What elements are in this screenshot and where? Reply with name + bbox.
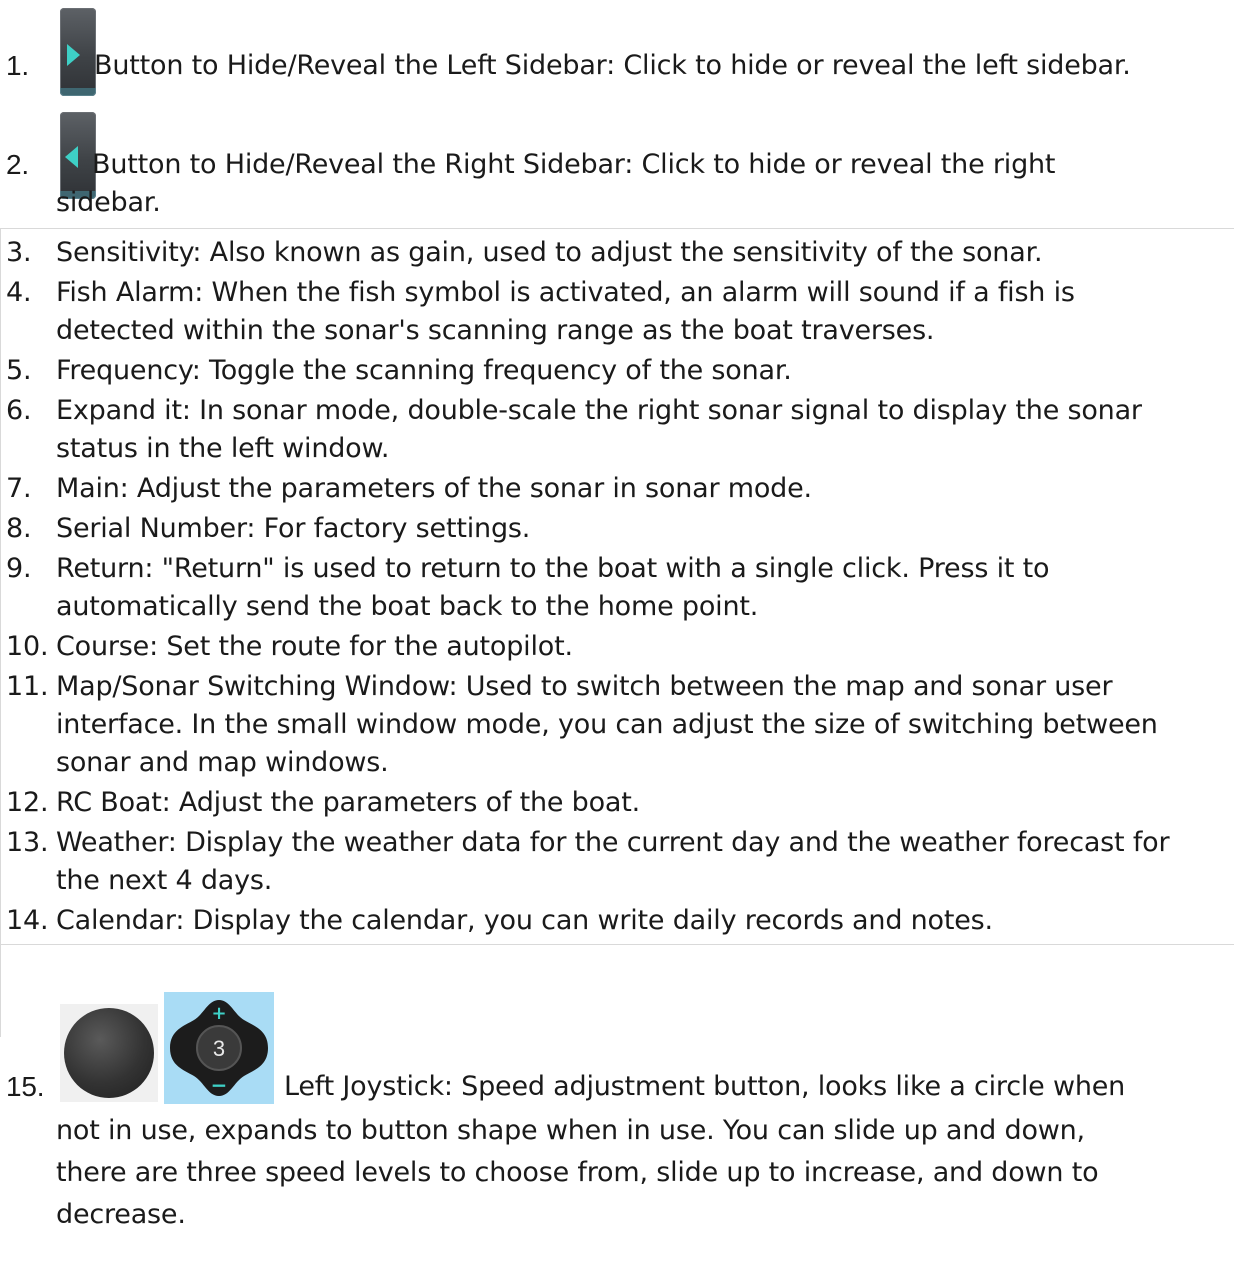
item-number: 15. [6, 1071, 45, 1102]
item-number: 14. [6, 905, 49, 936]
left-sidebar-toggle-image [60, 8, 96, 96]
item-text-line: Left Joystick: Speed adjustment button, … [284, 1071, 1126, 1102]
item-text-line: RC Boat: Adjust the parameters of the bo… [56, 787, 641, 818]
item-number: 11. [6, 671, 49, 702]
item-text-line: Calendar: Display the calendar, you can … [56, 905, 993, 936]
item-number: 12. [6, 787, 49, 818]
joystick-minus-icon: − [211, 1073, 228, 1097]
item-text-line: Weather: Display the weather data for th… [56, 827, 1170, 858]
item-text-line: status in the left window. [56, 433, 390, 464]
item-number: 13. [6, 827, 49, 858]
item-number: 6. [6, 395, 32, 426]
item-text-line: Frequency: Toggle the scanning frequency… [56, 355, 792, 386]
item-text-line: Button to Hide/Reveal the Right Sidebar:… [92, 149, 1056, 180]
item-number: 5. [6, 355, 32, 386]
joystick-active-image: 3 + − [164, 992, 274, 1104]
item-number: 9. [6, 553, 32, 584]
left-arrow-toggle-icon [65, 146, 78, 168]
item-text-line: detected within the sonar's scanning ran… [56, 315, 935, 346]
item-number: 8. [6, 513, 32, 544]
item-text-line: Course: Set the route for the autopilot. [56, 631, 573, 662]
item-number: 3. [6, 237, 32, 268]
item-text-line: sidebar. [56, 187, 161, 218]
section-divider [0, 228, 1234, 229]
item-text-line: not in use, expands to button shape when… [56, 1115, 1085, 1146]
item-number: 4. [6, 277, 32, 308]
joystick-dpad-icon: 3 + − [170, 1000, 268, 1097]
item-text-line: Expand it: In sonar mode, double-scale t… [56, 395, 1142, 426]
joystick-plus-icon: + [211, 1003, 226, 1024]
item-text-line: decrease. [56, 1199, 186, 1230]
joystick-idle-image [60, 1004, 158, 1102]
item-text-line: sonar and map windows. [56, 747, 389, 778]
item-text-line: Map/Sonar Switching Window: Used to swit… [56, 671, 1113, 702]
item-text-line: interface. In the small window mode, you… [56, 709, 1158, 740]
item-text-line: Button to Hide/Reveal the Left Sidebar: … [94, 50, 1131, 81]
item-text-line: the next 4 days. [56, 865, 273, 896]
item-text-line: Serial Number: For factory settings. [56, 513, 531, 544]
right-arrow-toggle-icon [67, 44, 80, 66]
item-number: 2. [6, 149, 29, 180]
item-text-line: Sensitivity: Also known as gain, used to… [56, 237, 1043, 268]
item-text-line: automatically send the boat back to the … [56, 591, 759, 622]
item-number: 7. [6, 473, 32, 504]
section-border [0, 228, 1, 1037]
joystick-circle-icon [64, 1008, 154, 1098]
section-divider [0, 944, 1234, 945]
item-text-line: Main: Adjust the parameters of the sonar… [56, 473, 812, 504]
item-text-line: Fish Alarm: When the fish symbol is acti… [56, 277, 1075, 308]
item-number: 1. [6, 50, 29, 81]
item-text-line: there are three speed levels to choose f… [56, 1157, 1099, 1188]
joystick-speed-value: 3 [213, 1036, 225, 1061]
item-text-line: Return: "Return" is used to return to th… [56, 553, 1050, 584]
item-number: 10. [6, 631, 49, 662]
